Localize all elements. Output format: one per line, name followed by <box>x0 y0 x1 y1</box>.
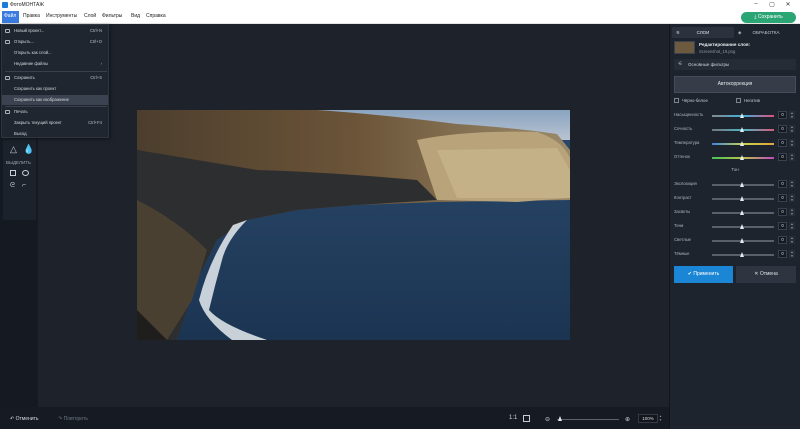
contrast-slider[interactable]: Контраст 0 ▲ ▼ <box>674 192 800 204</box>
filters-header[interactable]: ⚟ Основные фильтры <box>674 59 796 70</box>
menu-open[interactable]: Открыть... Ctrl+O <box>2 37 108 47</box>
minimize-icon[interactable]: – <box>752 1 760 7</box>
save-icon <box>5 76 10 80</box>
menu-close-project[interactable]: Закрыть текущий проект Ctrl+F4 <box>2 118 108 128</box>
file-icon <box>5 29 10 33</box>
menu-save[interactable]: Сохранить Ctrl+S <box>2 73 108 83</box>
tab-layers[interactable]: ⚟ СЛОИ <box>672 27 734 38</box>
zoom-in-icon[interactable]: ⊕ <box>625 416 630 423</box>
menu-new-project[interactable]: Новый проект... Ctrl+N <box>2 26 108 36</box>
layer-file-name: Screenshot_19.png <box>699 49 736 54</box>
negative-label: Негатив <box>744 98 760 103</box>
menu-separator <box>5 71 107 72</box>
menu-edit[interactable]: Правка <box>23 13 40 19</box>
menu-view[interactable]: Вид <box>131 13 140 19</box>
zoom-value[interactable]: 100% <box>638 414 658 423</box>
folder-icon <box>5 40 10 44</box>
zoom-stepper[interactable]: ▲ ▼ <box>659 414 662 422</box>
right-panel: ⚟ СЛОИ ◈ ОБРАБОТКА Редактирование слоя: Sc… <box>669 24 800 429</box>
redo-button[interactable]: ↷ Повторить <box>58 416 88 422</box>
layers-icon: ◈ <box>738 30 742 35</box>
highlights-slider[interactable]: Засветы 0 ▲ ▼ <box>674 206 800 218</box>
app-icon <box>2 2 8 8</box>
menu-file[interactable]: Файл <box>2 11 19 23</box>
menu-tools[interactable]: Инструменты <box>46 13 77 19</box>
rect-select-icon[interactable] <box>10 170 16 176</box>
title-bar: ФотоМОНТАЖ – ▢ ✕ <box>0 0 800 10</box>
tint-slider[interactable]: Оттенок 0 ▲ ▼ <box>674 151 800 163</box>
close-icon[interactable]: ✕ <box>784 1 792 8</box>
tab-processing[interactable]: ◈ ОБРАБОТКА <box>734 27 798 38</box>
photo-canvas[interactable] <box>137 110 570 340</box>
tone-section-label: Тон <box>731 167 739 172</box>
undo-button[interactable]: ↶ Отменить <box>10 416 38 422</box>
menu-bar: Файл Правка Инструменты Слой Фильтры Вид… <box>0 10 800 24</box>
shadows-slider[interactable]: Тени 0 ▲ ▼ <box>674 220 800 232</box>
sliders-icon: ⚟ <box>678 61 683 67</box>
menu-print[interactable]: Печать <box>2 107 108 117</box>
menu-exit[interactable]: Выход <box>2 129 108 138</box>
drop-tool-icon[interactable]: 💧 <box>23 144 34 155</box>
file-dropdown-menu: Новый проект... Ctrl+N Открыть... Ctrl+O О… <box>1 24 109 138</box>
polygon-lasso-icon[interactable]: ⌐ <box>22 182 26 189</box>
bw-label: Чёрно-белое <box>682 98 708 103</box>
menu-layer[interactable]: Слой <box>84 13 96 19</box>
ellipse-select-icon[interactable] <box>22 170 29 176</box>
blacks-slider[interactable]: Тёмные 0 ▲ ▼ <box>674 248 800 260</box>
zoom-slider[interactable] <box>557 419 619 420</box>
save-button[interactable]: ⤓ Сохранить <box>741 12 796 23</box>
print-icon <box>5 110 10 114</box>
exposure-slider[interactable]: Экспозиция 0 ▲ ▼ <box>674 178 800 190</box>
vibrance-slider[interactable]: Сочность 0 ▲ ▼ <box>674 123 800 135</box>
menu-help[interactable]: Справка <box>146 13 166 19</box>
actual-size-button[interactable]: 1:1 <box>509 415 517 421</box>
bw-checkbox[interactable] <box>674 98 679 103</box>
lasso-icon[interactable]: ᘓ <box>10 182 15 190</box>
select-section-label: ВЫДЕЛИТЬ <box>6 160 31 165</box>
zoom-out-icon[interactable]: ⊖ <box>545 416 550 423</box>
menu-save-as-project[interactable]: Сохранить как проект <box>2 84 108 94</box>
negative-checkbox[interactable] <box>736 98 741 103</box>
menu-open-as-layer[interactable]: Открыть как слой... <box>2 48 108 58</box>
layer-edit-title: Редактирование слоя: <box>699 42 751 47</box>
layer-thumbnail <box>674 41 695 54</box>
maximize-icon[interactable]: ▢ <box>768 1 776 8</box>
fit-screen-icon[interactable] <box>523 415 530 422</box>
whites-slider[interactable]: Светлые 0 ▲ ▼ <box>674 234 800 246</box>
apply-button[interactable]: ✔ Применить <box>674 266 733 283</box>
cancel-button[interactable]: ✕ Отмена <box>736 266 796 283</box>
triangle-tool-icon[interactable]: △ <box>10 144 17 155</box>
app-title: ФотоМОНТАЖ <box>10 2 44 8</box>
chevron-right-icon: › <box>100 61 102 66</box>
menu-save-as-image[interactable]: Сохранить как изображение <box>2 95 108 105</box>
temperature-slider[interactable]: Температура 0 ▲ ▼ <box>674 137 800 149</box>
autocorrect-button[interactable]: Автокоррекция <box>674 76 796 93</box>
menu-filters[interactable]: Фильтры <box>102 13 122 19</box>
menu-recent-files[interactable]: Недавние файлы › <box>2 59 108 69</box>
sliders-icon: ⚟ <box>676 30 681 35</box>
zoom-slider-handle[interactable] <box>558 416 562 421</box>
bottom-bar: ↶ Отменить ↷ Повторить 1:1 ⊖ ⊕ 100% ▲ ▼ <box>0 407 669 429</box>
saturation-slider[interactable]: Насыщенность 0 ▲ ▼ <box>674 109 800 121</box>
